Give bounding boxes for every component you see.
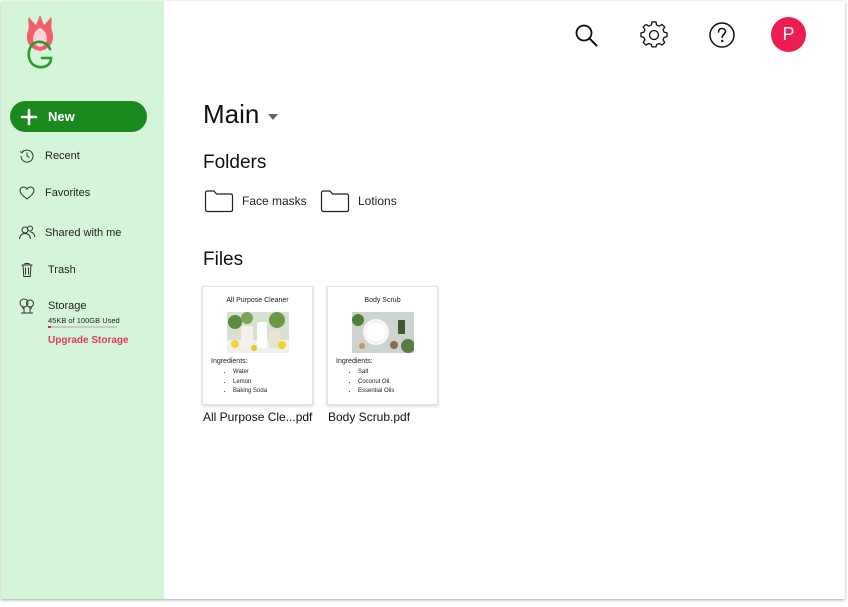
upgrade-storage-link[interactable]: Upgrade Storage [48, 335, 129, 346]
sidebar-item-label: Trash [48, 264, 76, 276]
avatar[interactable]: P [771, 17, 806, 52]
sidebar-item-recent[interactable]: Recent [1, 144, 164, 168]
tree-icon [19, 298, 34, 314]
sidebar-item-label: Shared with me [45, 227, 122, 239]
file-name[interactable]: All Purpose Cle...pdf [203, 410, 312, 424]
logo [26, 15, 54, 69]
sidebar-item-label: Recent [45, 150, 80, 162]
file-preview-image [352, 312, 414, 353]
folders-heading: Folders [203, 152, 267, 173]
search-icon[interactable] [572, 21, 600, 49]
folder-name: Lotions [358, 194, 397, 208]
ingredient-item: Coconut Oil [358, 378, 394, 388]
files-heading: Files [203, 249, 244, 270]
folder-icon [204, 190, 234, 213]
sidebar-item-label: Storage [48, 300, 87, 312]
heart-icon [19, 186, 35, 200]
file-name[interactable]: Body Scrub.pdf [328, 410, 410, 424]
people-icon [19, 225, 36, 240]
storage-usage-text: 45KB of 100GB Used [48, 316, 120, 325]
avatar-letter: P [782, 24, 795, 44]
ingredient-item: Salt [358, 368, 394, 378]
ingredients-label: Ingredients: [336, 358, 373, 365]
ingredient-item: Lemon [233, 378, 267, 388]
gear-icon[interactable] [640, 21, 668, 49]
sidebar-item-favorites[interactable]: Favorites [1, 181, 164, 205]
file-preview-title: All Purpose Cleaner [226, 297, 289, 304]
folder-lotions[interactable]: Lotions [320, 187, 397, 215]
folder-face-masks[interactable]: Face masks [204, 187, 307, 215]
folder-name: Face masks [242, 194, 307, 208]
file-preview-title: Body Scrub [364, 297, 401, 304]
file-card-all-purpose-cleaner[interactable]: All Purpose Cleaner Ingredients: Water L… [202, 286, 313, 405]
help-icon[interactable] [708, 21, 736, 49]
file-preview-image [227, 312, 289, 353]
sidebar-item-label: Favorites [45, 187, 91, 199]
ingredient-item: Water [233, 368, 267, 378]
page-title[interactable]: Main [203, 99, 259, 130]
ingredients-list: Salt Coconut Oil Essential Oils [358, 368, 394, 397]
ingredient-item: Essential Oils [358, 387, 394, 397]
file-card-body-scrub[interactable]: Body Scrub Ingredients: Salt Coconut Oil… [327, 286, 438, 405]
folder-icon [320, 190, 350, 213]
history-icon [19, 149, 34, 163]
sidebar-item-trash[interactable]: Trash [1, 258, 164, 282]
new-button-label: New [48, 109, 75, 124]
ingredients-label: Ingredients: [211, 358, 248, 365]
storage-progress-fill [48, 326, 51, 328]
app-window: New Recent Favorites Shared with me Tras… [1, 1, 845, 599]
plus-icon [20, 108, 38, 125]
trash-icon [21, 263, 33, 277]
sidebar-item-storage[interactable]: Storage [1, 294, 164, 318]
new-button[interactable]: New [10, 101, 147, 132]
storage-progress-bar [48, 326, 117, 328]
chevron-down-icon[interactable] [267, 113, 279, 121]
sidebar-item-shared[interactable]: Shared with me [1, 221, 164, 245]
sidebar: New Recent Favorites Shared with me Tras… [1, 1, 164, 599]
ingredient-item: Baking Soda [233, 387, 267, 397]
ingredients-list: Water Lemon Baking Soda [233, 368, 267, 397]
